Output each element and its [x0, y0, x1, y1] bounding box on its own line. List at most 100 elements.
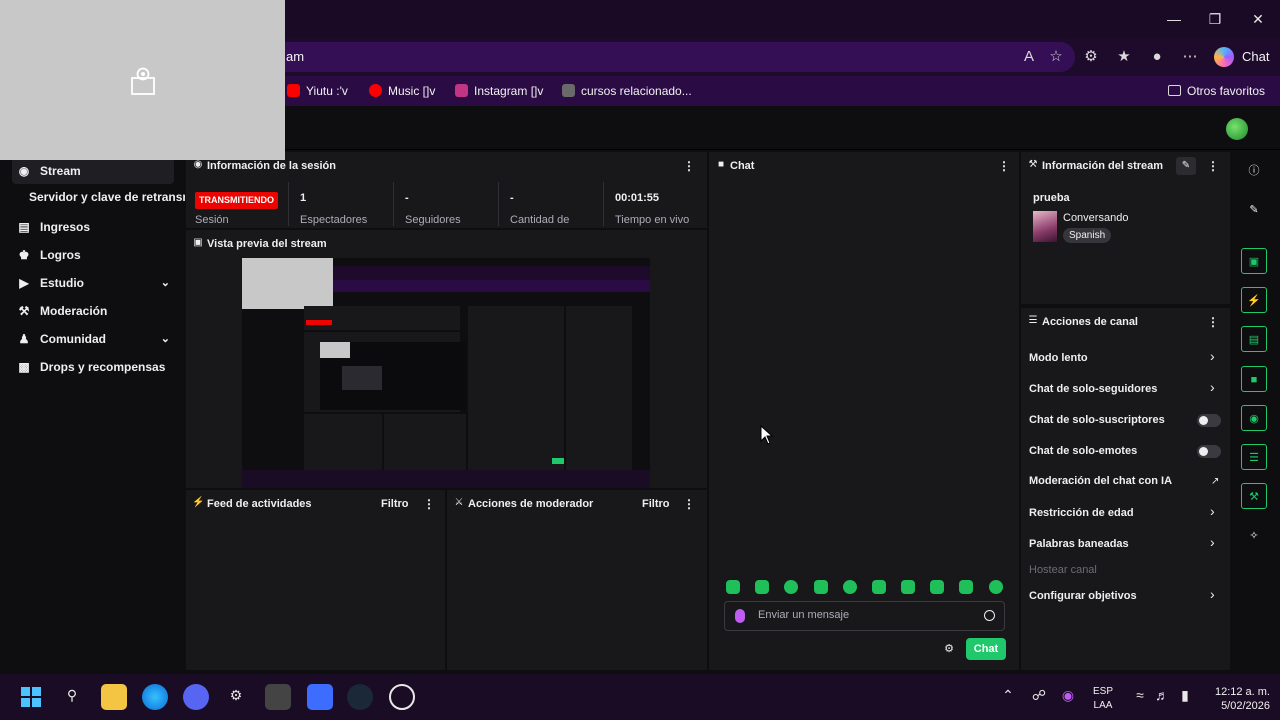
chat-bubble-icon[interactable]: ■	[1241, 366, 1267, 392]
nav-item-ingresos[interactable]: ▤ Ingresos	[12, 214, 174, 240]
address-text[interactable]: am	[286, 49, 304, 64]
favorite-star-icon[interactable]: ☆	[1045, 46, 1067, 68]
nav-item-drops[interactable]: ▩ Drops y recompensas	[12, 354, 174, 380]
action-banned-words[interactable]: Palabras baneadas	[1029, 538, 1129, 550]
profile-icon[interactable]: ●	[1146, 46, 1168, 68]
nav-item-server-key[interactable]: Servidor y clave de retransmisión	[29, 190, 185, 204]
chevron-right-icon[interactable]: ›	[1210, 534, 1215, 550]
favorite-link[interactable]: Music []v	[369, 82, 435, 100]
nav-item-moderacion[interactable]: ⚒ Moderación	[12, 298, 174, 324]
other-favorites-label: Otros favoritos	[1187, 84, 1266, 98]
settings-gear-icon[interactable]: ⚙	[226, 687, 246, 704]
address-bar[interactable]	[230, 42, 1075, 72]
pencil-icon[interactable]: ✎	[1241, 197, 1267, 223]
emotes-only-toggle[interactable]	[1197, 445, 1221, 458]
extensions-icon[interactable]: ⚙	[1080, 46, 1102, 68]
taskbar-clock[interactable]: 12:12 a. m. 5/02/2026	[1200, 685, 1270, 713]
file-explorer-icon[interactable]	[101, 684, 127, 710]
user-avatar[interactable]	[1226, 118, 1248, 140]
obs-icon[interactable]	[389, 684, 415, 710]
nav-item-estudio[interactable]: ▶ Estudio ⌄	[12, 270, 174, 296]
chevron-right-icon[interactable]: ›	[1210, 379, 1215, 395]
clip-icon[interactable]: ▣	[1241, 248, 1267, 274]
more-menu-icon[interactable]: ⋯	[1179, 46, 1201, 68]
action-ai-moderation[interactable]: Moderación del chat con IA	[1029, 475, 1172, 487]
info-icon[interactable]: ⓘ	[1241, 158, 1267, 184]
favorites-icon[interactable]: ★	[1113, 46, 1135, 68]
chevron-up-icon[interactable]: ⌃	[998, 687, 1018, 704]
other-favorites[interactable]: Otros favoritos	[1168, 82, 1265, 100]
chat-send-button[interactable]: Chat	[966, 638, 1006, 660]
favorite-link[interactable]: Instagram []v	[455, 82, 543, 100]
emote-picker-icon[interactable]	[984, 610, 995, 621]
read-aloud-icon[interactable]: A	[1018, 46, 1040, 68]
nav-item-stream[interactable]: ◉ Stream	[12, 158, 174, 184]
more-options-icon[interactable]: ⋮	[1207, 159, 1219, 173]
action-age-restriction[interactable]: Restricción de edad	[1029, 507, 1134, 519]
windows-start-icon[interactable]	[18, 684, 44, 710]
favorite-link[interactable]: Yiutu :'v	[287, 82, 348, 100]
video-icon: ▶	[19, 276, 29, 290]
action-followers-only[interactable]: Chat de solo-seguidores	[1029, 383, 1157, 395]
steam-icon[interactable]	[347, 684, 373, 710]
gear-icon[interactable]: ⚙	[943, 643, 955, 655]
app-icon[interactable]	[265, 684, 291, 710]
lightning-icon[interactable]: ⚡	[1241, 287, 1267, 313]
language-indicator[interactable]: ESP LAA	[1093, 685, 1113, 713]
stream-preview-video[interactable]	[242, 258, 650, 488]
search-icon[interactable]: ⚲	[62, 687, 82, 704]
stat-value: -	[405, 192, 409, 204]
nav-item-comunidad[interactable]: ♟ Comunidad ⌄	[12, 326, 174, 352]
favorite-link[interactable]: cursos relacionado...	[562, 82, 692, 100]
nav-item-logros[interactable]: ♚ Logros	[12, 242, 174, 268]
volume-icon[interactable]: ♬	[1152, 687, 1172, 703]
emote-icon[interactable]	[755, 580, 769, 594]
broadcast-icon: ◉	[193, 159, 203, 170]
more-options-icon[interactable]: ⋮	[683, 159, 695, 173]
chevron-right-icon[interactable]: ›	[1210, 586, 1215, 602]
ad-icon[interactable]: ☰	[1241, 444, 1267, 470]
more-options-icon[interactable]: ⋮	[998, 159, 1010, 173]
battery-icon[interactable]: ▮	[1175, 687, 1195, 704]
divider	[288, 182, 289, 226]
network-off-icon[interactable]: ☍	[1029, 687, 1049, 704]
emote-icon[interactable]	[989, 580, 1003, 594]
wifi-icon[interactable]: ≈	[1130, 687, 1150, 703]
edit-pencil-icon[interactable]: ✎	[1176, 157, 1196, 175]
action-configure-goals[interactable]: Configurar objetivos	[1029, 590, 1137, 602]
chevron-right-icon[interactable]: ›	[1210, 503, 1215, 519]
chevron-right-icon[interactable]: ›	[1210, 348, 1215, 364]
subscribers-only-toggle[interactable]	[1197, 414, 1221, 427]
emote-icon[interactable]	[726, 580, 740, 594]
external-link-icon[interactable]: ↗	[1211, 476, 1219, 487]
more-options-icon[interactable]: ⋮	[683, 497, 695, 511]
emote-icon[interactable]	[784, 580, 798, 594]
emote-icon[interactable]	[872, 580, 886, 594]
extensions-icon[interactable]: ✧	[1241, 523, 1267, 549]
edge-browser-icon[interactable]	[142, 684, 168, 710]
emote-icon[interactable]	[814, 580, 828, 594]
action-slow-mode[interactable]: Modo lento	[1029, 352, 1088, 364]
roblox-icon[interactable]	[307, 684, 333, 710]
stat-value: 1	[300, 192, 307, 204]
discord-icon[interactable]	[183, 684, 209, 710]
more-options-icon[interactable]: ⋮	[423, 497, 435, 511]
filter-button[interactable]: Filtro	[642, 498, 670, 510]
people-icon: ♟	[18, 332, 30, 346]
close-icon[interactable]: ✕	[1238, 6, 1278, 32]
document-icon[interactable]: ▤	[1241, 326, 1267, 352]
filter-button[interactable]: Filtro	[381, 498, 409, 510]
copilot-button[interactable]: Chat	[1210, 44, 1272, 70]
emote-icon[interactable]	[959, 580, 973, 594]
gift-icon: ▩	[18, 360, 30, 374]
maximize-icon[interactable]: ❐	[1195, 6, 1235, 32]
emote-icon[interactable]	[843, 580, 857, 594]
microphone-icon[interactable]	[735, 609, 745, 623]
emote-icon[interactable]	[901, 580, 915, 594]
microphone-icon[interactable]: ◉	[1058, 687, 1078, 704]
wrench-icon[interactable]: ⚒	[1241, 483, 1267, 509]
emote-icon[interactable]	[930, 580, 944, 594]
more-options-icon[interactable]: ⋮	[1207, 315, 1219, 329]
minimize-icon[interactable]: —	[1154, 6, 1194, 32]
broadcast-icon[interactable]: ◉	[1241, 405, 1267, 431]
